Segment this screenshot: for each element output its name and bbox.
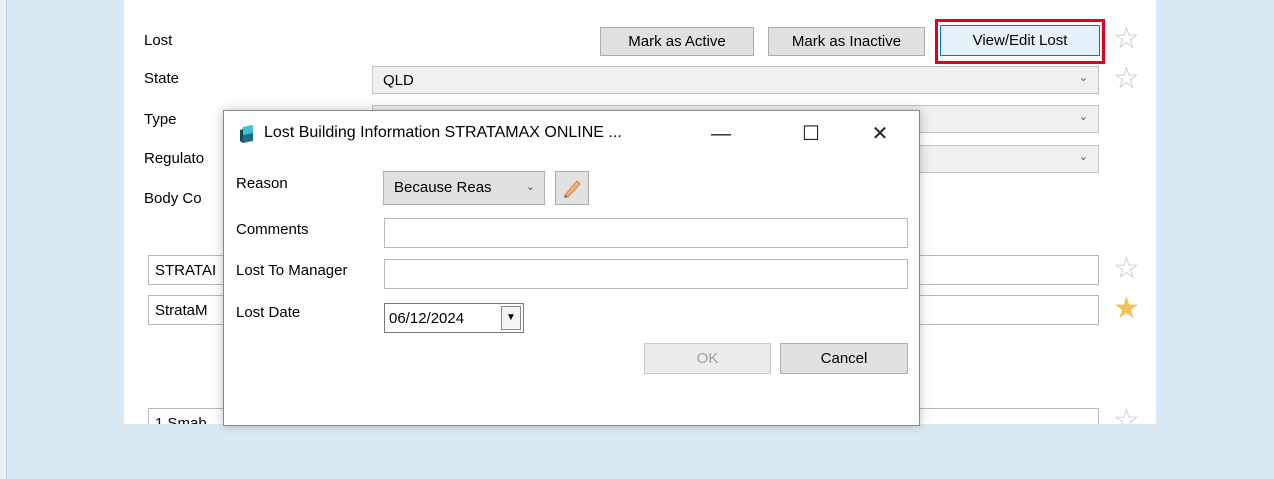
label-type: Type <box>144 111 177 128</box>
lost-to-manager-field[interactable] <box>384 259 908 289</box>
comments-field[interactable] <box>384 218 908 248</box>
star-filled-icon[interactable]: ★ <box>1113 294 1140 324</box>
label-lost-to-manager: Lost To Manager <box>236 262 348 279</box>
star-icon[interactable]: ☆ <box>1113 406 1140 425</box>
dialog-titlebar[interactable]: Lost Building Information STRATAMAX ONLI… <box>224 111 919 157</box>
dropdown-arrow-icon[interactable]: ▼ <box>501 306 521 330</box>
star-icon[interactable]: ☆ <box>1113 254 1140 284</box>
chevron-down-icon: ⌄ <box>525 181 535 193</box>
ok-button[interactable]: OK <box>644 343 771 374</box>
reason-select[interactable]: Because Reas ⌄ <box>383 171 545 205</box>
lost-building-dialog: Lost Building Information STRATAMAX ONLI… <box>223 110 920 426</box>
star-icon[interactable]: ☆ <box>1113 24 1140 54</box>
label-lost-date: Lost Date <box>236 304 301 321</box>
lost-date-picker[interactable]: 06/12/2024 ▼ <box>384 303 524 333</box>
source-value: StrataM <box>155 302 208 319</box>
building-name-value: STRATAI <box>155 262 217 279</box>
star-icon[interactable]: ☆ <box>1113 64 1140 94</box>
lost-date-value: 06/12/2024 <box>389 310 465 327</box>
label-reason: Reason <box>236 175 288 192</box>
mark-as-inactive-button[interactable]: Mark as Inactive <box>768 27 925 56</box>
close-button[interactable]: ✕ <box>860 119 900 149</box>
window-frame-left <box>0 0 7 479</box>
edit-reason-button[interactable] <box>555 171 589 205</box>
mark-as-active-button[interactable]: Mark as Active <box>600 27 754 56</box>
stratamax-app-icon <box>240 125 253 143</box>
dialog-title: Lost Building Information STRATAMAX ONLI… <box>264 124 622 141</box>
label-regulator: Regulato <box>144 150 205 167</box>
chevron-down-icon: ⌄ <box>1078 72 1088 84</box>
pencil-icon <box>564 180 581 198</box>
maximize-button[interactable]: ☐ <box>791 119 831 149</box>
chevron-down-icon: ⌄ <box>1078 111 1088 123</box>
cancel-button[interactable]: Cancel <box>780 343 908 374</box>
view-edit-lost-button[interactable]: View/Edit Lost <box>940 25 1100 56</box>
state-value: QLD <box>383 72 414 89</box>
state-select[interactable]: QLD ⌄ <box>372 66 1099 94</box>
label-body-corporate: Body Co <box>144 190 202 207</box>
minimize-button[interactable]: — <box>701 119 741 149</box>
address-value: 1 Smab <box>155 415 207 424</box>
label-comments: Comments <box>236 221 309 238</box>
label-lost: Lost <box>144 32 173 49</box>
chevron-down-icon: ⌄ <box>1078 151 1088 163</box>
reason-value: Because Reas <box>394 179 492 196</box>
label-state: State <box>144 70 180 87</box>
